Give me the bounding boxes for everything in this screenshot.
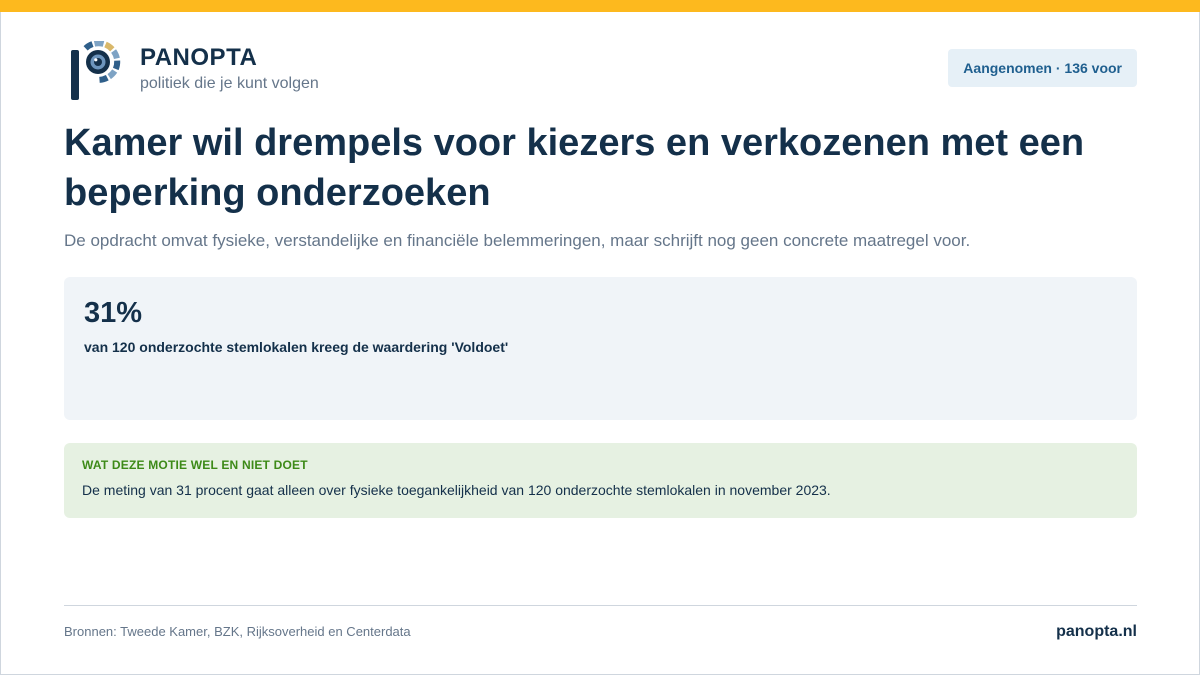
top-accent-stripe	[0, 0, 1200, 12]
footer-divider	[64, 605, 1137, 606]
motion-note-text: De meting van 31 procent gaat alleen ove…	[82, 482, 831, 498]
site-link[interactable]: panopta.nl	[1056, 623, 1137, 641]
motion-note-title: WAT DEZE MOTIE WEL EN NIET DOET	[82, 458, 308, 472]
page-subtitle: De opdracht omvat fysieke, verstandelijk…	[64, 231, 971, 250]
header: PANOPTA politiek die je kunt volgen Aang…	[64, 40, 1137, 102]
page-title: Kamer wil drempels voor kiezers en verko…	[64, 122, 1085, 214]
brand-tagline: politiek die je kunt volgen	[140, 75, 319, 92]
motion-note-card: WAT DEZE MOTIE WEL EN NIET DOET De metin…	[64, 443, 1137, 518]
stat-value: 31%	[84, 297, 143, 329]
stat-card: 31% van 120 onderzochte stemlokalen kree…	[64, 277, 1137, 420]
stat-description: van 120 onderzochte stemlokalen kreeg de…	[84, 339, 509, 355]
sources-text: Bronnen: Tweede Kamer, BZK, Rijksoverhei…	[64, 624, 411, 639]
panopta-eye-logo-icon	[68, 40, 122, 101]
status-badge: Aangenomen · 136 voor	[948, 49, 1137, 87]
brand-name: PANOPTA	[140, 44, 258, 71]
